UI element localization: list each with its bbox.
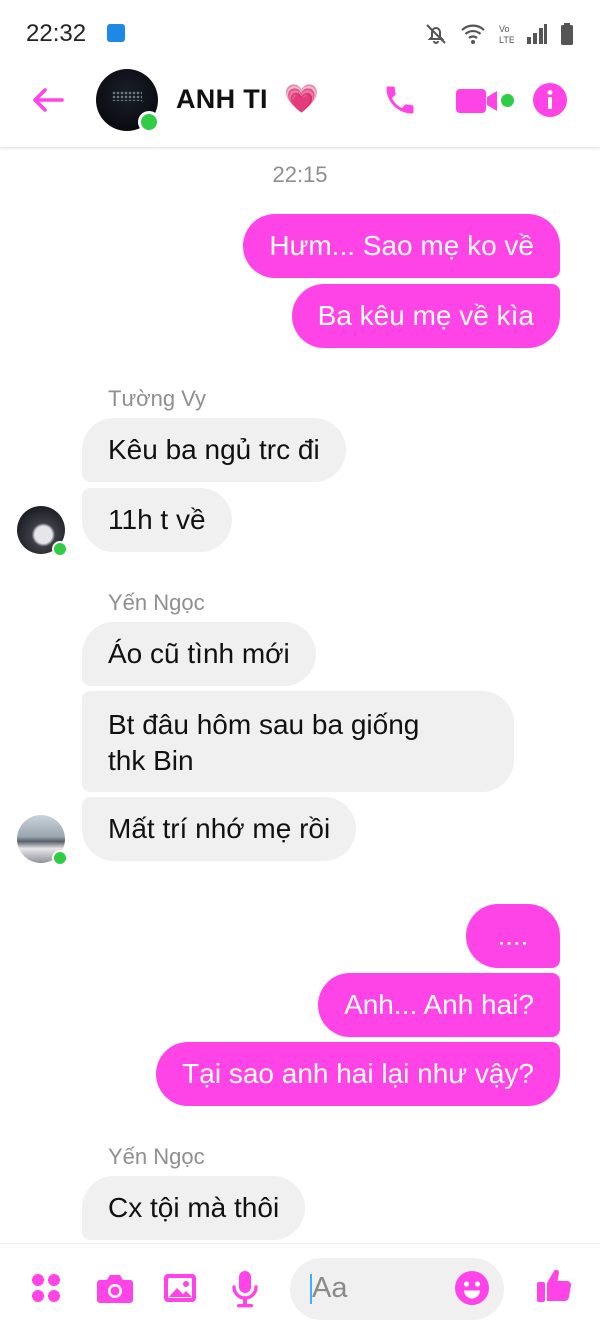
online-status-dot [52, 541, 68, 557]
svg-text:Vo: Vo [499, 24, 510, 34]
incoming-message[interactable]: 11h t về [82, 488, 232, 552]
message-composer: Aa [0, 1243, 600, 1333]
status-icons: Vo LTE [424, 20, 574, 48]
apps-icon[interactable] [30, 1272, 62, 1304]
outgoing-message[interactable]: Hưm... Sao mẹ ko về [243, 214, 560, 278]
online-status-dot [52, 850, 68, 866]
outgoing-message[interactable]: Ba kêu mẹ về kìa [291, 284, 560, 348]
message-line: Bt đâu hôm sau ba giống [108, 709, 420, 740]
outgoing-message[interactable]: Tại sao anh hai lại như vậy? [156, 1042, 560, 1106]
status-bar: 22:32 Vo LTE [0, 0, 600, 66]
avatar-pattern [112, 91, 142, 101]
incoming-message[interactable]: Cx tội mà thôi [82, 1176, 306, 1240]
novel-toon-app-icon [107, 24, 125, 42]
signal-icon [527, 24, 547, 44]
gallery-icon[interactable] [163, 1273, 197, 1303]
wifi-icon [461, 24, 485, 44]
incoming-message[interactable]: Áo cũ tình mới [82, 622, 316, 686]
battery-icon [561, 23, 573, 45]
sender-name: Tường Vy [108, 386, 207, 411]
video-online-dot [501, 94, 514, 107]
incoming-message[interactable]: Mất trí nhớ mẹ rồi [82, 797, 357, 861]
chat-header: ANH TI 💗 [0, 66, 600, 148]
video-camera-icon [456, 89, 497, 113]
camera-icon[interactable] [96, 1272, 134, 1304]
emoji-icon[interactable] [454, 1270, 490, 1306]
thumbs-up-icon[interactable] [536, 1266, 572, 1304]
microphone-icon[interactable] [231, 1270, 259, 1308]
status-time: 22:32 [26, 20, 87, 47]
incoming-message[interactable]: Bt đâu hôm sau ba giống thk Bin [82, 691, 514, 792]
heart-emoji: 💗 [284, 83, 319, 114]
contact-name[interactable]: ANH TI [176, 84, 268, 115]
video-call-button[interactable] [456, 86, 520, 116]
outgoing-message[interactable]: Anh... Anh hai? [318, 973, 560, 1037]
message-timestamp: 22:15 [272, 162, 328, 187]
svg-text:LTE: LTE [499, 35, 514, 45]
volte-icon: VoLTE [499, 24, 514, 45]
info-icon[interactable] [533, 83, 567, 117]
message-line: thk Bin [108, 745, 194, 776]
mute-bell-icon [426, 24, 446, 44]
message-input[interactable]: Aa [290, 1258, 504, 1320]
incoming-message[interactable]: Kêu ba ngủ trc đi [82, 418, 346, 482]
sender-avatar[interactable] [17, 506, 68, 557]
contact-avatar[interactable] [96, 69, 160, 133]
back-arrow-icon[interactable] [30, 82, 66, 118]
message-list[interactable]: 22:15 Hưm... Sao mẹ ko về Ba kêu mẹ về k… [0, 148, 600, 1243]
online-status-dot [138, 111, 160, 133]
sender-avatar[interactable] [17, 815, 68, 866]
phone-call-icon[interactable] [382, 82, 418, 118]
sender-name: Yến Ngọc [108, 1144, 205, 1169]
outgoing-message[interactable]: .... [466, 904, 560, 968]
sender-name: Yến Ngọc [108, 590, 205, 615]
message-input-placeholder: Aa [312, 1272, 348, 1304]
